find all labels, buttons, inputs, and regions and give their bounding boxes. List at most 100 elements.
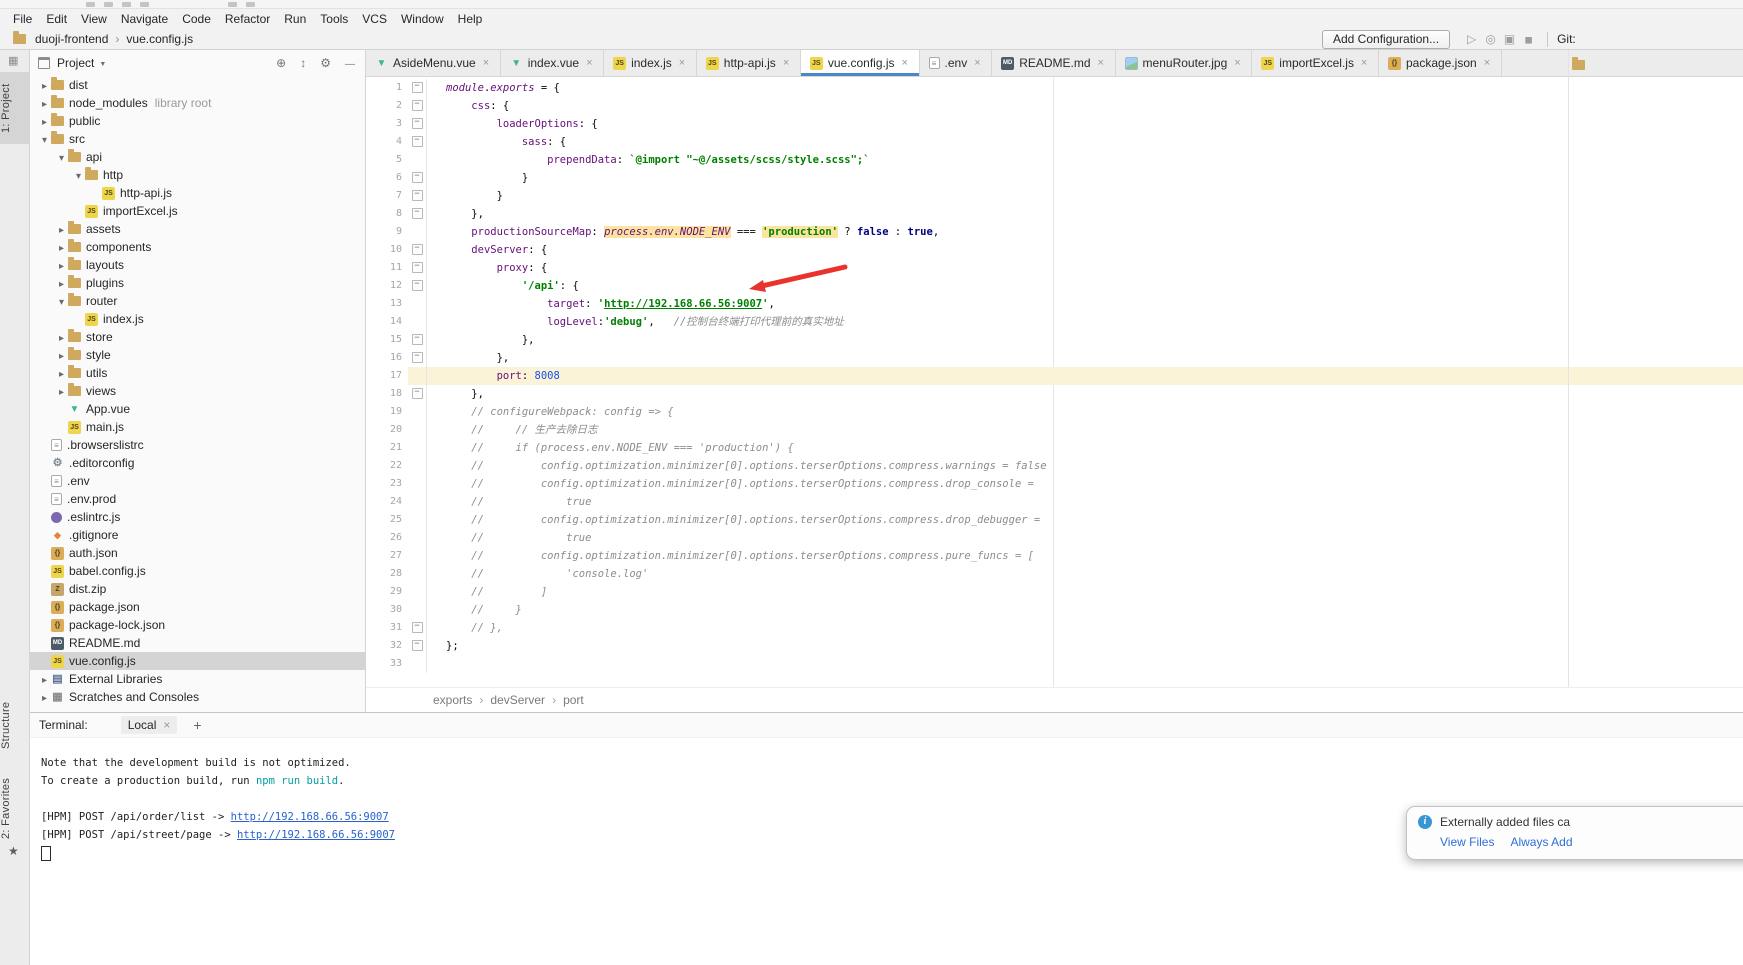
tree-item-assets[interactable]: assets bbox=[30, 220, 365, 238]
code-line-20[interactable]: 20 // // 生产去除日志 bbox=[366, 421, 1743, 439]
settings-gear-icon[interactable] bbox=[320, 56, 331, 70]
chevron-right-icon[interactable] bbox=[38, 96, 51, 110]
tree-item-.editorconfig[interactable]: ⚙.editorconfig bbox=[30, 454, 365, 472]
tree-item-babel.config.js[interactable]: JSbabel.config.js bbox=[30, 562, 365, 580]
tree-item-.eslintrc.js[interactable]: .eslintrc.js bbox=[30, 508, 365, 526]
tree-item-layouts[interactable]: layouts bbox=[30, 256, 365, 274]
chevron-down-icon[interactable] bbox=[55, 294, 68, 308]
code-line-30[interactable]: 30 // } bbox=[366, 601, 1743, 619]
hide-panel-icon[interactable] bbox=[345, 56, 355, 70]
notification-action-view-files[interactable]: View Files bbox=[1440, 835, 1494, 849]
chevron-down-icon[interactable] bbox=[38, 132, 51, 146]
stop-icon[interactable] bbox=[1519, 32, 1538, 46]
tree-item-README.md[interactable]: MDREADME.md bbox=[30, 634, 365, 652]
editor-tab-menuRouter.jpg[interactable]: menuRouter.jpg bbox=[1116, 50, 1253, 76]
chevron-right-icon[interactable] bbox=[55, 330, 68, 344]
coverage-icon[interactable] bbox=[1481, 32, 1500, 46]
editor-tab-http-api.js[interactable]: JShttp-api.js bbox=[697, 50, 801, 76]
code-line-8[interactable]: 8 }, bbox=[366, 205, 1743, 223]
editor-breadcrumb-exports[interactable]: exports bbox=[432, 693, 473, 707]
chevron-right-icon[interactable] bbox=[38, 672, 51, 686]
terminal-tab-close-icon[interactable] bbox=[163, 718, 170, 732]
tab-close-icon[interactable] bbox=[902, 58, 910, 69]
tree-item-style[interactable]: style bbox=[30, 346, 365, 364]
editor-tab-importExcel.js[interactable]: JSimportExcel.js bbox=[1252, 50, 1379, 76]
tree-item-node_modules[interactable]: node_moduleslibrary root bbox=[30, 94, 365, 112]
code-line-1[interactable]: 1module.exports = { bbox=[366, 79, 1743, 97]
tab-close-icon[interactable] bbox=[783, 58, 791, 69]
chevron-right-icon[interactable] bbox=[55, 258, 68, 272]
new-terminal-button[interactable]: + bbox=[193, 717, 201, 733]
terminal-link[interactable]: http://192.168.66.56:9007 bbox=[237, 829, 395, 841]
tab-close-icon[interactable] bbox=[586, 58, 594, 69]
breadcrumb-file[interactable]: vue.config.js bbox=[124, 32, 195, 46]
tree-item-.env.prod[interactable]: ≡.env.prod bbox=[30, 490, 365, 508]
menu-item-view[interactable]: View bbox=[74, 11, 114, 27]
tab-close-icon[interactable] bbox=[679, 58, 687, 69]
code-line-19[interactable]: 19 // configureWebpack: config => { bbox=[366, 403, 1743, 421]
tree-item-.env[interactable]: ≡.env bbox=[30, 472, 365, 490]
chevron-down-icon[interactable] bbox=[99, 56, 106, 70]
tree-item-components[interactable]: components bbox=[30, 238, 365, 256]
menu-item-window[interactable]: Window bbox=[394, 11, 451, 27]
code-line-15[interactable]: 15 }, bbox=[366, 331, 1743, 349]
tree-item-router[interactable]: router bbox=[30, 292, 365, 310]
tree-item-src[interactable]: src bbox=[30, 130, 365, 148]
code-line-9[interactable]: 9 productionSourceMap: process.env.NODE_… bbox=[366, 223, 1743, 241]
breadcrumb-project[interactable]: duoji-frontend bbox=[33, 32, 110, 46]
editor-tab-vue.config.js[interactable]: JSvue.config.js bbox=[801, 50, 920, 76]
tree-item-Scratches and Consoles[interactable]: ▦Scratches and Consoles bbox=[30, 688, 365, 706]
code-line-23[interactable]: 23 // config.optimization.minimizer[0].o… bbox=[366, 475, 1743, 493]
tree-item-plugins[interactable]: plugins bbox=[30, 274, 365, 292]
editor-tab-AsideMenu.vue[interactable]: ▼AsideMenu.vue bbox=[366, 50, 501, 76]
tool-stripe-structure-button[interactable]: Structure bbox=[0, 688, 29, 762]
chevron-right-icon[interactable] bbox=[38, 690, 51, 704]
tab-close-icon[interactable] bbox=[1484, 58, 1492, 69]
code-line-26[interactable]: 26 // true bbox=[366, 529, 1743, 547]
menu-item-navigate[interactable]: Navigate bbox=[114, 11, 175, 27]
git-widget[interactable]: Git: bbox=[1557, 32, 1576, 46]
code-line-27[interactable]: 27 // config.optimization.minimizer[0].o… bbox=[366, 547, 1743, 565]
tree-item-utils[interactable]: utils bbox=[30, 364, 365, 382]
tree-item-dist[interactable]: dist bbox=[30, 76, 365, 94]
code-line-10[interactable]: 10 devServer: { bbox=[366, 241, 1743, 259]
chevron-right-icon[interactable] bbox=[38, 78, 51, 92]
chevron-right-icon[interactable] bbox=[55, 348, 68, 362]
tab-close-icon[interactable] bbox=[974, 58, 982, 69]
add-configuration-button[interactable]: Add Configuration... bbox=[1322, 30, 1450, 49]
fold-marker[interactable] bbox=[408, 349, 427, 367]
code-line-13[interactable]: 13 target: 'http://192.168.66.56:9007', bbox=[366, 295, 1743, 313]
tool-stripe-favorites-button[interactable]: 2: Favorites bbox=[0, 774, 29, 842]
code-line-12[interactable]: 12 '/api': { bbox=[366, 277, 1743, 295]
code-line-3[interactable]: 3 loaderOptions: { bbox=[366, 115, 1743, 133]
tree-item-main.js[interactable]: JSmain.js bbox=[30, 418, 365, 436]
tree-item-importExcel.js[interactable]: JSimportExcel.js bbox=[30, 202, 365, 220]
code-line-5[interactable]: 5 prependData: `@import "~@/assets/scss/… bbox=[366, 151, 1743, 169]
profiler-icon[interactable] bbox=[1500, 32, 1519, 46]
chevron-right-icon[interactable] bbox=[55, 384, 68, 398]
code-line-4[interactable]: 4 sass: { bbox=[366, 133, 1743, 151]
code-line-29[interactable]: 29 // ] bbox=[366, 583, 1743, 601]
terminal-link[interactable]: http://192.168.66.56:9007 bbox=[231, 811, 389, 823]
fold-marker[interactable] bbox=[408, 187, 427, 205]
menu-item-tools[interactable]: Tools bbox=[313, 11, 355, 27]
menu-item-vcs[interactable]: VCS bbox=[355, 11, 394, 27]
code-line-6[interactable]: 6 } bbox=[366, 169, 1743, 187]
menu-item-run[interactable]: Run bbox=[277, 11, 313, 27]
tool-stripe-project-button[interactable]: 1: Project bbox=[0, 72, 29, 144]
tree-item-dist.zip[interactable]: Zdist.zip bbox=[30, 580, 365, 598]
editor-breadcrumb-devServer[interactable]: devServer bbox=[489, 693, 546, 707]
tree-item-store[interactable]: store bbox=[30, 328, 365, 346]
tree-item-auth.json[interactable]: {}auth.json bbox=[30, 544, 365, 562]
tree-item-External Libraries[interactable]: ▤External Libraries bbox=[30, 670, 365, 688]
tab-close-icon[interactable] bbox=[483, 58, 491, 69]
notification-action-always-add[interactable]: Always Add bbox=[1510, 835, 1572, 849]
code-line-25[interactable]: 25 // config.optimization.minimizer[0].o… bbox=[366, 511, 1743, 529]
code-line-16[interactable]: 16 }, bbox=[366, 349, 1743, 367]
editor-tab-index.js[interactable]: JSindex.js bbox=[604, 50, 697, 76]
fold-marker[interactable] bbox=[408, 331, 427, 349]
fold-marker[interactable] bbox=[408, 241, 427, 259]
tab-close-icon[interactable] bbox=[1098, 58, 1106, 69]
code-line-17[interactable]: 17 port: 8008 bbox=[366, 367, 1743, 385]
editor-tab-package.json[interactable]: {}package.json bbox=[1379, 50, 1502, 76]
